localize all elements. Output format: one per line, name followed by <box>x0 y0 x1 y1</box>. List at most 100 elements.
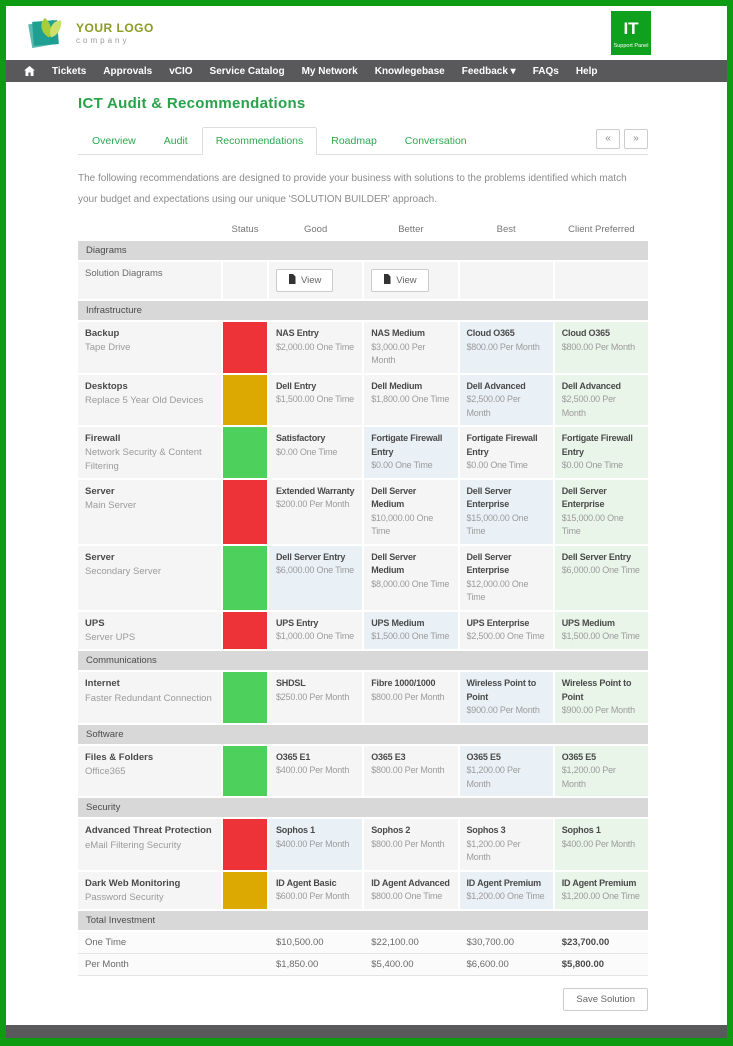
preferred-cell[interactable]: UPS Medium $1,500.00 One Time <box>554 611 648 650</box>
row-label-cell: Server Main Server <box>78 479 221 544</box>
page-frame: YOUR LOGO company IT Support Panel Ticke… <box>0 0 733 1046</box>
option-cell[interactable]: NAS Entry $2,000.00 One Time <box>269 322 363 373</box>
option-cell[interactable]: Dell Medium $1,800.00 One Time <box>364 374 458 425</box>
preferred-cell[interactable]: Dell Server Entry $6,000.00 One Time <box>554 545 648 610</box>
option-price: $800.00 Per Month <box>371 765 445 776</box>
document-icon <box>288 274 296 287</box>
row-label-cell: Server Secondary Server <box>78 545 221 610</box>
column-header-best: Best <box>496 224 516 235</box>
home-icon[interactable] <box>24 66 35 76</box>
option-cell[interactable]: UPS Enterprise $2,500.00 One Time <box>459 611 553 650</box>
option-name: Dell Server Enterprise <box>466 551 512 576</box>
row-subtitle: Server UPS <box>85 632 136 644</box>
option-cell[interactable]: O365 E1 $400.00 Per Month <box>269 745 363 797</box>
option-cell[interactable]: Dell Advanced $2,500.00 Per Month <box>459 374 553 425</box>
preferred-cell[interactable]: Cloud O365 $800.00 Per Month <box>554 322 648 373</box>
option-name: Dell Server Enterprise <box>466 485 512 510</box>
table-body: Diagrams Solution Diagrams View View Infrast… <box>78 241 648 977</box>
option-cell[interactable]: Fibre 1000/1000 $800.00 Per Month <box>364 672 458 723</box>
row-label-cell: Files & Folders Office365 <box>78 745 221 797</box>
option-cell[interactable]: Satisfactory $0.00 One Time <box>269 427 363 478</box>
total-spacer <box>223 954 267 975</box>
option-name: Sophos 2 <box>371 825 411 836</box>
nav-item-faqs[interactable]: FAQs <box>533 66 559 77</box>
preferred-cell[interactable]: Fortigate Firewall Entry $0.00 One Time <box>554 427 648 478</box>
nav-item-my-network[interactable]: My Network <box>302 66 358 77</box>
main-content: ICT Audit & Recommendations Overview Audi… <box>6 82 727 1025</box>
option-name: Extended Warranty <box>276 485 355 496</box>
table-row: Internet Faster Redundant Connection SHDSL… <box>78 672 648 723</box>
option-price: $800.00 Per Month <box>561 341 635 352</box>
option-cell[interactable]: Dell Entry $1,500.00 One Time <box>269 374 363 425</box>
option-cell[interactable]: Dell Server Enterprise $12,000.00 One Tim… <box>459 545 553 610</box>
option-cell[interactable]: Fortigate Firewall Entry $0.00 One Time <box>459 427 553 478</box>
option-cell[interactable]: UPS Medium $1,500.00 One Time <box>364 611 458 650</box>
option-name: Dell Entry <box>276 380 317 391</box>
nav-item-approvals[interactable]: Approvals <box>103 66 152 77</box>
status-indicator <box>223 871 267 910</box>
option-cell[interactable]: ID Agent Premium $1,200.00 One Time <box>459 871 553 910</box>
save-solution-button[interactable]: Save Solution <box>563 988 648 1012</box>
option-price: $1,000.00 One Time <box>276 631 354 642</box>
status-indicator <box>223 374 267 425</box>
row-title: Advanced Threat Protection <box>85 825 212 837</box>
tabs-bar: Overview Audit Recommendations Roadmap Conve… <box>78 126 648 155</box>
option-name: ID Agent Advanced <box>371 877 450 888</box>
preferred-cell[interactable]: Sophos 1 $400.00 Per Month <box>554 819 648 870</box>
tab-audit[interactable]: Audit <box>150 127 202 155</box>
view-button[interactable]: View <box>371 269 429 292</box>
option-cell[interactable]: NAS Medium $3,000.00 Per Month <box>364 322 458 373</box>
nav-item-feedback[interactable]: Feedback ▾ <box>462 66 516 77</box>
nav-item-tickets[interactable]: Tickets <box>52 66 86 77</box>
pager-prev-button[interactable]: « <box>596 129 620 149</box>
nav-item-knowlegebase[interactable]: Knowlegebase <box>375 66 445 77</box>
option-cell[interactable]: UPS Entry $1,000.00 One Time <box>269 611 363 650</box>
preferred-cell[interactable]: ID Agent Premium $1,200.00 One Time <box>554 871 648 910</box>
option-cell[interactable]: Dell Server Enterprise $15,000.00 One Tim… <box>459 479 553 544</box>
nav-item-vcio[interactable]: vCIO <box>169 66 192 77</box>
option-cell[interactable]: Dell Server Medium $8,000.00 One Time <box>364 545 458 610</box>
option-cell[interactable]: Dell Server Entry $6,000.00 One Time <box>269 545 363 610</box>
preferred-cell[interactable]: Dell Advanced $2,500.00 Per Month <box>554 374 648 425</box>
option-cell[interactable]: Sophos 1 $400.00 Per Month <box>269 819 363 870</box>
option-name: Cloud O365 <box>561 328 610 338</box>
option-cell[interactable]: Fortigate Firewall Entry $0.00 One Time <box>364 427 458 478</box>
option-cell[interactable]: Sophos 3 $1,200.00 Per Month <box>459 819 553 870</box>
column-header-spacer <box>78 224 221 235</box>
option-cell[interactable]: O365 E3 $800.00 Per Month <box>364 745 458 797</box>
tab-roadmap[interactable]: Roadmap <box>317 127 391 155</box>
row-title: Firewall <box>85 433 121 444</box>
option-name: SHDSL <box>276 678 306 689</box>
nav-item-help[interactable]: Help <box>576 66 598 77</box>
preferred-cell[interactable]: Dell Server Enterprise $15,000.00 One Tim… <box>554 479 648 544</box>
table-row: Solution Diagrams View View <box>78 262 648 299</box>
tab-recommendations[interactable]: Recommendations <box>201 127 318 155</box>
option-cell[interactable]: Extended Warranty $200.00 Per Month <box>269 479 363 544</box>
option-price: $0.00 One Time <box>561 460 623 470</box>
tabs-pager: «» <box>596 129 648 154</box>
option-cell[interactable]: Cloud O365 $800.00 Per Month <box>459 322 553 373</box>
tab-conversation[interactable]: Conversation <box>391 127 481 155</box>
pager-next-button[interactable]: » <box>624 129 648 149</box>
option-cell[interactable]: Sophos 2 $800.00 Per Month <box>364 819 458 870</box>
option-cell[interactable]: Dell Server Medium $10,000.00 One Time <box>364 479 458 544</box>
option-cell[interactable]: O365 E5 $1,200.00 Per Month <box>459 745 553 797</box>
option-name: O365 E5 <box>561 751 596 762</box>
tab-overview[interactable]: Overview <box>78 127 150 155</box>
view-button[interactable]: View <box>276 269 334 292</box>
option-cell[interactable]: ID Agent Advanced $800.00 One Time <box>364 871 458 910</box>
option-name: Fortigate Firewall Entry <box>466 433 538 457</box>
nav-item-service-catalog[interactable]: Service Catalog <box>210 66 285 77</box>
option-cell[interactable]: SHDSL $250.00 Per Month <box>269 672 363 723</box>
total-value: $1,850.00 <box>276 959 319 971</box>
option-price: $6,000.00 One Time <box>276 565 354 576</box>
option-name: Dell Server Enterprise <box>561 485 607 510</box>
option-cell[interactable]: ID Agent Basic $600.00 Per Month <box>269 871 363 910</box>
preferred-cell[interactable]: O365 E5 $1,200.00 Per Month <box>554 745 648 797</box>
header: YOUR LOGO company IT Support Panel <box>6 6 727 60</box>
option-name: Wireless Point to Point <box>466 678 537 702</box>
option-name: Dell Server Entry <box>276 551 346 562</box>
preferred-cell[interactable]: Wireless Point to Point $900.00 Per Month <box>554 672 648 723</box>
option-cell[interactable]: Wireless Point to Point $900.00 Per Month <box>459 672 553 723</box>
option-price: $1,200.00 Per Month <box>561 765 616 789</box>
